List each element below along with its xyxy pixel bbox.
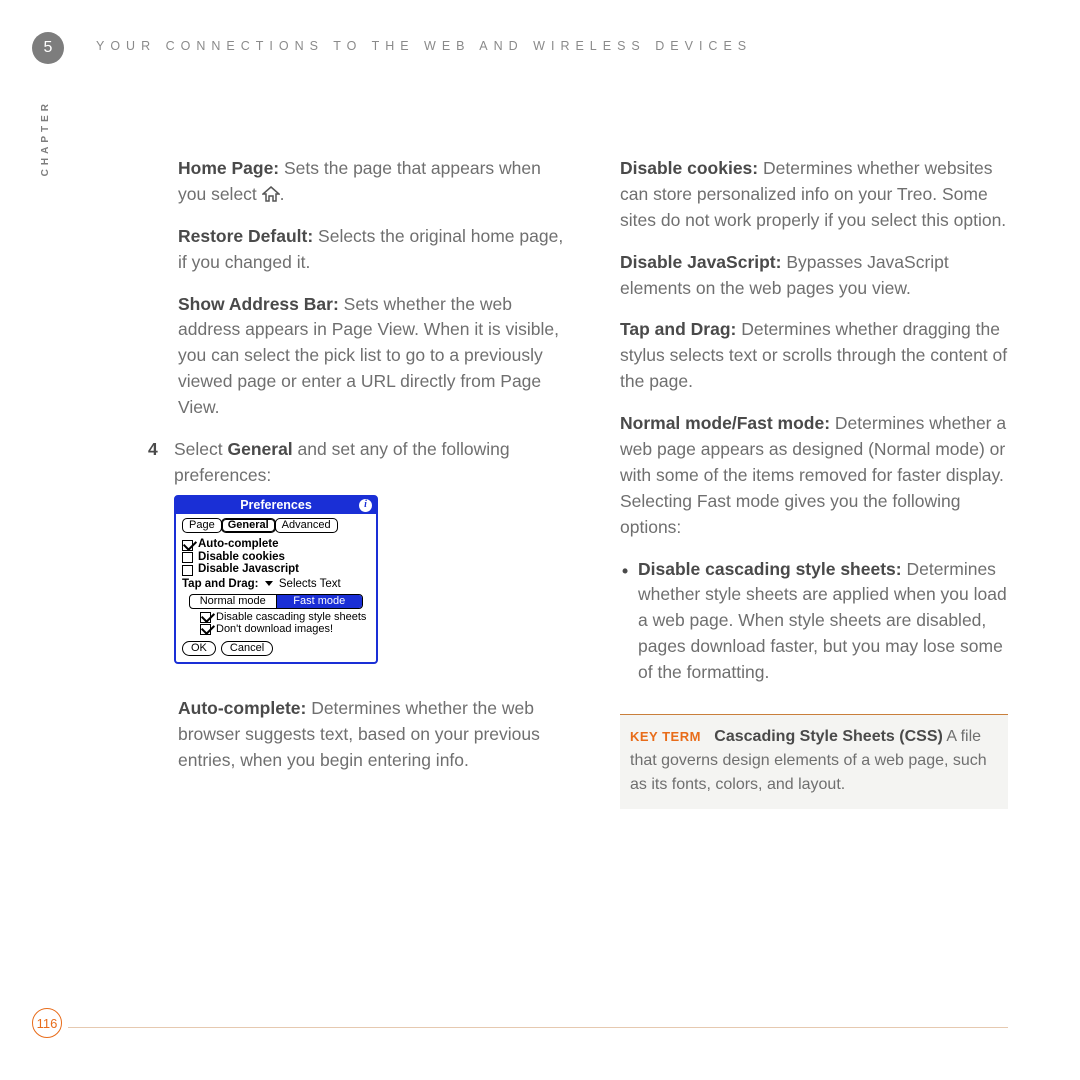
tab-advanced[interactable]: Advanced — [275, 518, 338, 533]
footer-rule — [68, 1027, 1008, 1028]
label-modes: Normal mode/Fast mode: — [620, 413, 830, 433]
mode-normal[interactable]: Normal mode — [190, 595, 277, 608]
mode-toggle: Normal mode Fast mode — [189, 594, 363, 609]
label-tap-drag: Tap and Drag: — [620, 319, 736, 339]
preferences-title-text: Preferences — [240, 498, 312, 512]
ok-button[interactable]: OK — [182, 641, 216, 656]
dropdown-arrow-icon[interactable] — [265, 581, 273, 586]
chapter-badge: 5 — [32, 32, 64, 64]
tab-page[interactable]: Page — [182, 518, 222, 533]
right-column: Disable cookies: Determines whether webs… — [620, 156, 1008, 809]
label-disable-js: Disable JavaScript: — [620, 252, 781, 272]
label-home-page: Home Page: — [178, 158, 279, 178]
running-head: YOUR CONNECTIONS TO THE WEB AND WIRELESS… — [96, 39, 752, 53]
label-restore-default: Restore Default: — [178, 226, 313, 246]
check-label: Disable cascading style sheets — [216, 612, 366, 623]
mode-fast[interactable]: Fast mode — [277, 595, 363, 608]
step-4: 4 Select General and set any of the foll… — [178, 437, 566, 682]
text-home-page-tail: . — [280, 184, 285, 204]
checkbox-icon[interactable] — [182, 565, 193, 576]
check-dont-download-images[interactable]: Don't download images! — [200, 624, 370, 635]
para-disable-js: Disable JavaScript: Bypasses JavaScript … — [620, 250, 1008, 302]
check-label: Disable Javascript — [198, 564, 299, 576]
step-4-bold: General — [228, 439, 293, 459]
key-term-tag: KEY TERM — [630, 729, 701, 744]
para-home-page: Home Page: Sets the page that appears wh… — [178, 156, 566, 208]
check-auto-complete[interactable]: Auto-complete — [182, 539, 370, 551]
check-disable-javascript[interactable]: Disable Javascript — [182, 564, 370, 576]
check-label: Don't download images! — [216, 624, 333, 635]
label-show-address: Show Address Bar: — [178, 294, 339, 314]
label-auto-complete: Auto-complete: — [178, 698, 306, 718]
para-auto-complete: Auto-complete: Determines whether the we… — [178, 696, 566, 774]
checkbox-icon[interactable] — [200, 624, 211, 635]
para-restore-default: Restore Default: Selects the original ho… — [178, 224, 566, 276]
chapter-vertical-label: CHAPTER — [40, 100, 51, 176]
check-disable-cookies[interactable]: Disable cookies — [182, 552, 370, 564]
page-number: 116 — [32, 1008, 62, 1038]
step-number: 4 — [148, 437, 162, 682]
tab-general[interactable]: General — [221, 518, 276, 533]
checkbox-icon[interactable] — [182, 540, 193, 551]
home-icon — [262, 186, 280, 202]
preferences-tabs: Page General Advanced — [182, 518, 370, 533]
page-content: Home Page: Sets the page that appears wh… — [178, 156, 1008, 809]
para-disable-cookies: Disable cookies: Determines whether webs… — [620, 156, 1008, 234]
key-term-box: KEY TERM Cascading Style Sheets (CSS) A … — [620, 714, 1008, 809]
info-icon[interactable]: i — [359, 499, 372, 512]
tap-and-drag-row: Tap and Drag: Selects Text — [182, 579, 370, 591]
checkbox-icon[interactable] — [182, 552, 193, 563]
check-label: Auto-complete — [198, 539, 279, 551]
cancel-button[interactable]: Cancel — [221, 641, 273, 656]
label-disable-cookies: Disable cookies: — [620, 158, 758, 178]
tap-drag-label: Tap and Drag: — [182, 578, 258, 590]
check-disable-css[interactable]: Disable cascading style sheets — [200, 612, 370, 623]
label-bullet-css: Disable cascading style sheets: — [638, 559, 902, 579]
left-column: Home Page: Sets the page that appears wh… — [178, 156, 566, 809]
bullet-disable-css: • Disable cascading style sheets: Determ… — [638, 557, 1008, 686]
tap-drag-value[interactable]: Selects Text — [279, 578, 341, 590]
check-label: Disable cookies — [198, 552, 285, 564]
preferences-dialog: Preferences i Page General Advanced Auto… — [174, 495, 378, 665]
key-term-term: Cascading Style Sheets (CSS) — [714, 728, 943, 745]
para-tap-drag: Tap and Drag: Determines whether draggin… — [620, 317, 1008, 395]
preferences-title: Preferences i — [176, 497, 376, 515]
para-show-address: Show Address Bar: Sets whether the web a… — [178, 292, 566, 421]
bullet-icon: • — [622, 559, 628, 585]
para-modes: Normal mode/Fast mode: Determines whethe… — [620, 411, 1008, 540]
step-4-pre: Select — [174, 439, 228, 459]
